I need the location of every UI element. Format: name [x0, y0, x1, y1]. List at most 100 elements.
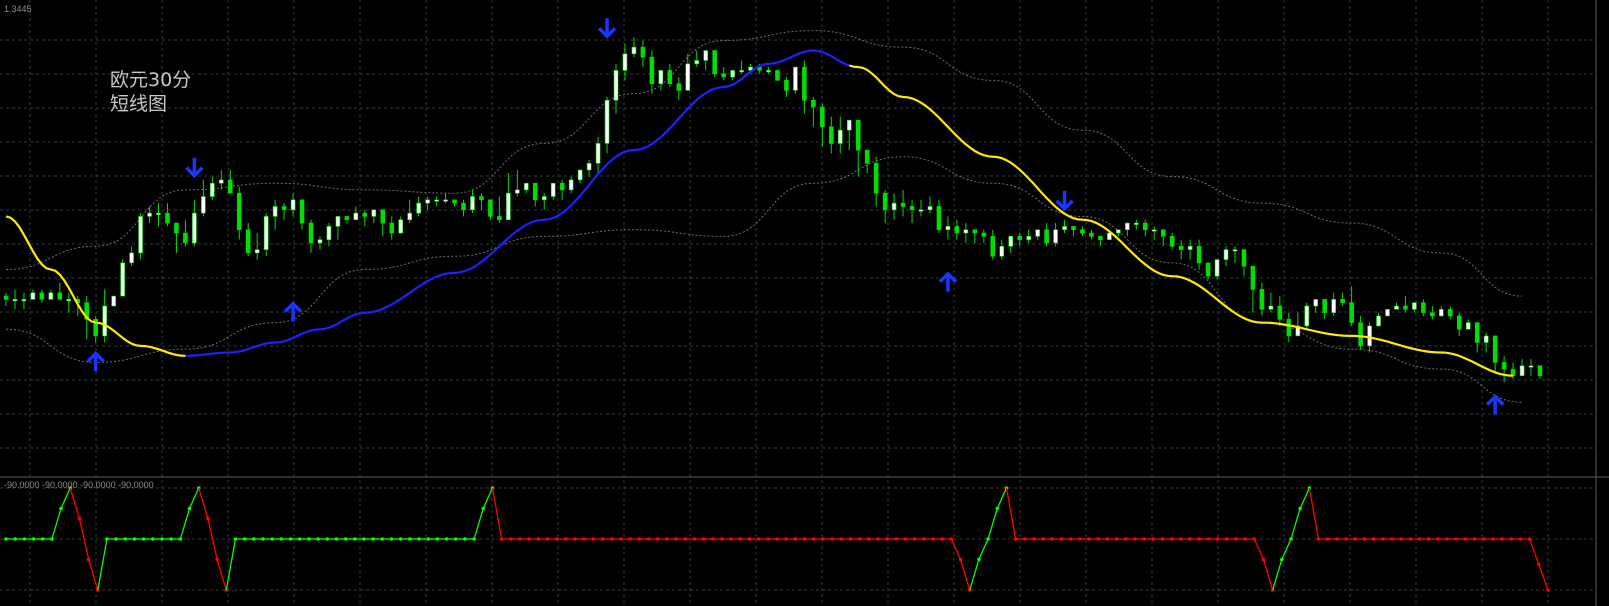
- candle-body: [48, 292, 54, 300]
- candle-body: [1026, 236, 1031, 240]
- candle-body: [846, 119, 852, 131]
- candle-body: [1259, 289, 1265, 310]
- candle-body: [1089, 232, 1094, 237]
- candle-body: [1394, 305, 1399, 310]
- candle-body: [1169, 236, 1175, 247]
- candle-body: [1232, 249, 1238, 252]
- candle-body: [559, 182, 565, 191]
- candle-body: [120, 262, 125, 297]
- candle-body: [344, 216, 350, 221]
- candle-body: [1044, 229, 1049, 244]
- chart-root: 1.3445 -90.0000 -90.0000 -90.0000 -90.00…: [0, 0, 1609, 606]
- candle-body: [263, 216, 269, 250]
- candle-body: [676, 83, 682, 91]
- candle-body: [1537, 365, 1543, 377]
- candle-body: [837, 129, 843, 144]
- candle-body: [1071, 226, 1076, 231]
- chart-annotation-line1: 欧元30分: [110, 69, 191, 91]
- candle-body: [900, 202, 906, 207]
- candle-body: [1268, 305, 1274, 310]
- candle-body: [820, 106, 825, 128]
- candle-body: [864, 149, 870, 164]
- candle-body: [1340, 299, 1345, 304]
- candle-body: [1439, 309, 1444, 317]
- candle-body: [236, 192, 242, 231]
- candle-body: [793, 66, 798, 91]
- candle-body: [1304, 305, 1310, 327]
- candle-body: [3, 295, 9, 300]
- candle-body: [272, 206, 278, 217]
- candle-body: [766, 70, 771, 73]
- candle-body: [811, 99, 816, 108]
- candle-body: [1501, 362, 1507, 370]
- candle-body: [147, 212, 152, 217]
- candle-body: [1483, 335, 1489, 343]
- candle-body: [1385, 309, 1390, 317]
- candle-body: [506, 192, 511, 221]
- candle-body: [1142, 222, 1148, 231]
- candle-body: [371, 209, 377, 217]
- candle-body: [936, 206, 942, 231]
- candle-body: [568, 179, 574, 191]
- candle-body: [882, 192, 888, 211]
- candle-body: [577, 169, 583, 181]
- candle-body: [1125, 222, 1130, 231]
- candle-body: [631, 46, 637, 55]
- price-readout: 1.3445: [4, 4, 32, 14]
- candle-body: [12, 299, 18, 302]
- candle-body: [497, 216, 502, 221]
- candle-body: [1205, 262, 1211, 277]
- candle-body: [1322, 299, 1328, 313]
- candle-body: [855, 119, 861, 151]
- candle-body: [425, 199, 430, 204]
- candle-body: [1421, 302, 1426, 313]
- candle-body: [1250, 265, 1256, 290]
- candle-body: [640, 46, 646, 58]
- candle-body: [1134, 222, 1139, 225]
- candle-body: [362, 212, 368, 217]
- candle-body: [1412, 302, 1417, 310]
- candle-body: [1277, 305, 1283, 320]
- candle-body: [416, 202, 421, 214]
- candle-body: [1116, 229, 1121, 234]
- candle-body: [1358, 322, 1363, 347]
- candle-body: [290, 199, 296, 211]
- candle-body: [685, 63, 691, 91]
- candle-body: [398, 219, 404, 234]
- candle-body: [308, 222, 314, 244]
- candle-body: [595, 143, 601, 164]
- candle-body: [156, 212, 161, 215]
- candle-body: [1367, 325, 1372, 347]
- candle-body: [649, 56, 655, 84]
- candle-body: [192, 212, 197, 244]
- candle-body: [999, 245, 1005, 257]
- candle-body: [1187, 245, 1193, 250]
- candle-body: [434, 199, 439, 202]
- candle-body: [1241, 249, 1247, 267]
- candle-body: [470, 196, 475, 211]
- candle-body: [111, 295, 116, 307]
- candle-body: [622, 53, 628, 71]
- candle-body: [1098, 236, 1103, 240]
- candle-body: [739, 70, 744, 73]
- candle-body: [1008, 236, 1014, 247]
- candle-body: [1447, 309, 1453, 317]
- candle-body: [1474, 322, 1480, 343]
- candle-body: [694, 60, 700, 65]
- candle-body: [1017, 236, 1022, 240]
- candle-body: [1528, 365, 1534, 368]
- candle-body: [945, 226, 951, 231]
- candle-body: [479, 196, 484, 201]
- candle-body: [1331, 299, 1336, 313]
- candle-body: [1223, 249, 1229, 260]
- candle-body: [613, 70, 619, 101]
- candle-body: [102, 305, 107, 337]
- candle-body: [1107, 232, 1112, 240]
- candle-body: [1053, 229, 1058, 244]
- candle-body: [873, 163, 879, 194]
- candle-body: [721, 73, 726, 78]
- candle-body: [1456, 315, 1462, 330]
- candle-body: [981, 232, 987, 237]
- candle-body: [730, 70, 735, 78]
- candle-body: [604, 99, 610, 144]
